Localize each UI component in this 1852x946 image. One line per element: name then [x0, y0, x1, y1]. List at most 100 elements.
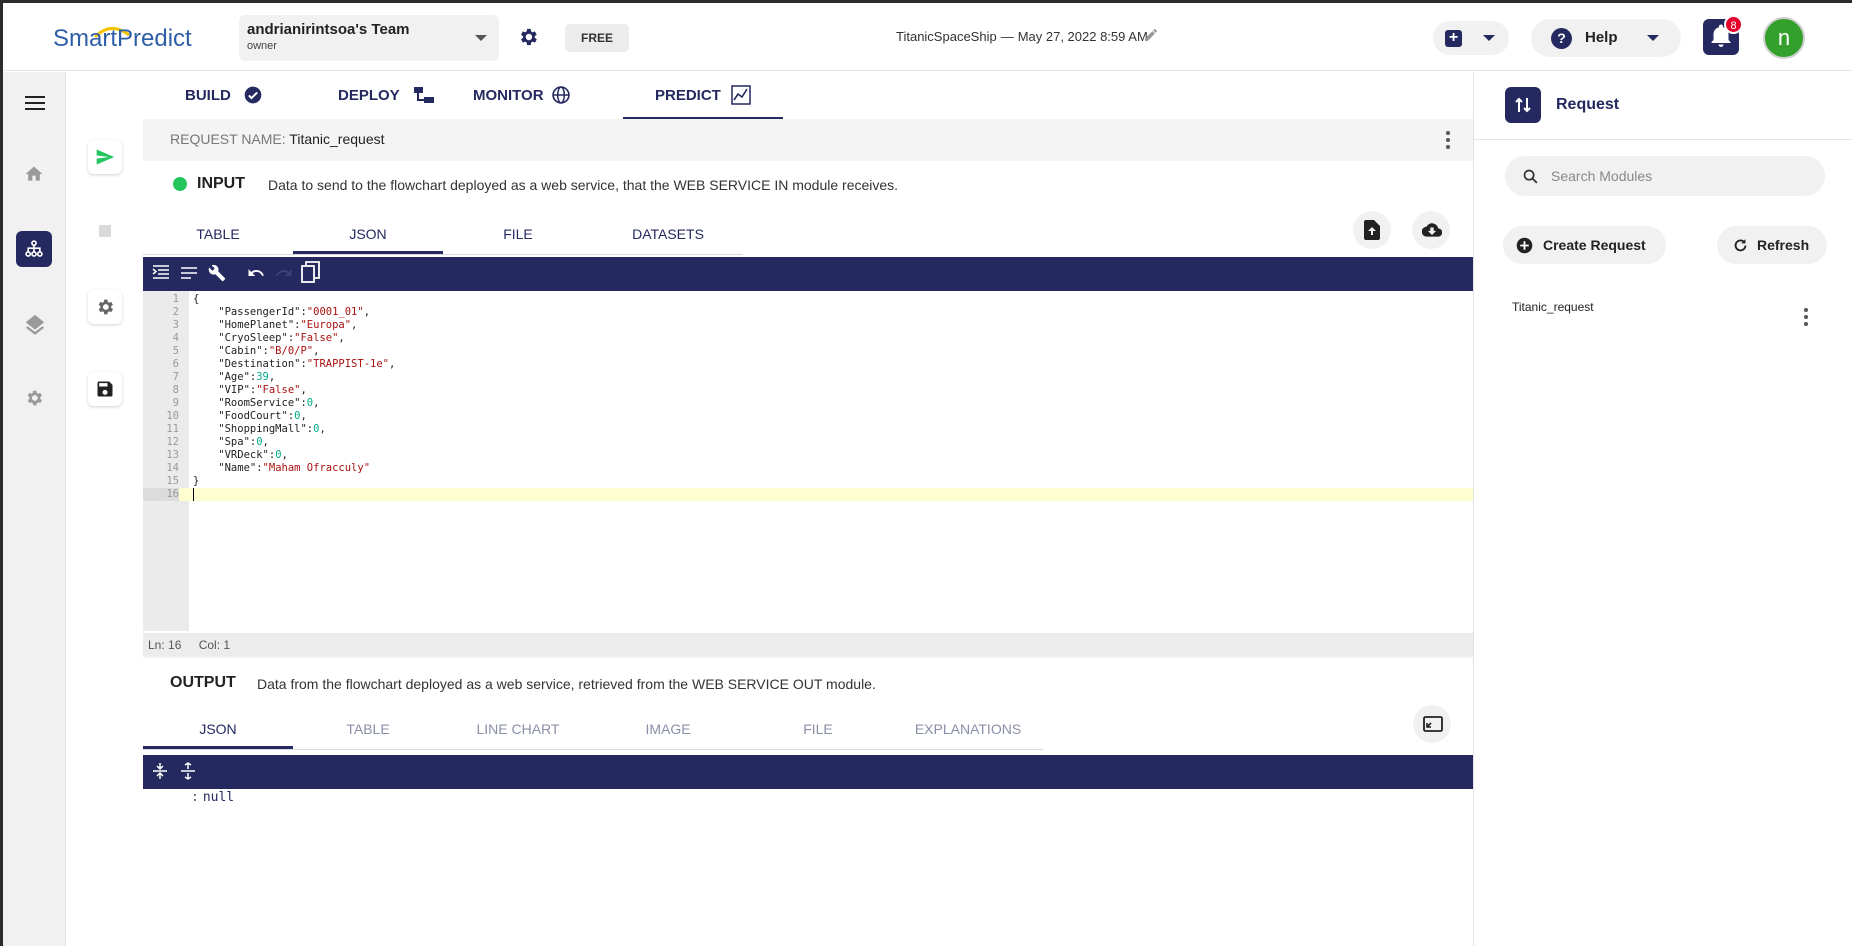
copy-icon[interactable]	[301, 261, 321, 285]
expand-all-icon[interactable]	[152, 762, 168, 780]
tab-image-output[interactable]: IMAGE	[593, 709, 743, 749]
save-button[interactable]	[88, 372, 122, 406]
code-line: 13 "VRDeck":0,	[143, 449, 1473, 462]
input-title: INPUT	[197, 175, 245, 192]
flowchart-button[interactable]	[16, 231, 52, 267]
request-name-value[interactable]: Titanic_request	[289, 131, 384, 147]
send-button[interactable]	[88, 140, 122, 174]
output-section: OUTPUT Data from the flowchart deployed …	[143, 658, 1473, 946]
save-icon	[97, 381, 113, 397]
code-text: "Cabin":"B/0/P",	[193, 345, 319, 358]
json-punct: ,	[319, 423, 326, 435]
tab-deploy-label: DEPLOY	[338, 87, 400, 104]
refresh-button[interactable]: Refresh	[1717, 226, 1827, 264]
json-key: "Cabin":	[193, 345, 269, 357]
tab-line-chart-output[interactable]: LINE CHART	[443, 709, 593, 749]
search-input[interactable]	[1551, 166, 1811, 186]
create-request-button[interactable]: Create Request	[1503, 226, 1666, 264]
tab-datasets[interactable]: DATASETS	[593, 214, 743, 254]
line-number: 7	[172, 371, 179, 383]
format-indent-icon[interactable]	[152, 264, 170, 282]
avatar[interactable]: n	[1763, 17, 1805, 59]
json-punct: ,	[313, 397, 320, 409]
json-key: "Destination":	[193, 358, 307, 370]
notification-badge: 8	[1724, 15, 1743, 34]
more-vert-icon[interactable]	[1446, 131, 1450, 149]
tab-monitor[interactable]: MONITOR	[443, 72, 593, 119]
tab-json[interactable]: JSON	[293, 214, 443, 254]
editor-toolbar	[143, 257, 1473, 291]
fullscreen-button[interactable]	[1413, 705, 1451, 743]
check-circle-icon	[244, 86, 262, 104]
config-button[interactable]	[88, 290, 122, 324]
wrench-icon[interactable]	[208, 264, 226, 282]
code-text: {	[193, 293, 200, 305]
code-text: "PassengerId":"0001_01",	[193, 306, 370, 319]
chevron-down-icon	[1483, 35, 1495, 41]
tab-json-output[interactable]: JSON	[143, 709, 293, 749]
search-icon	[1523, 169, 1538, 184]
tab-build[interactable]: BUILD	[143, 72, 293, 119]
stop-button[interactable]	[88, 214, 122, 248]
json-key: "CryoSleep":	[193, 332, 295, 344]
home-button[interactable]	[16, 156, 52, 192]
send-icon	[96, 149, 115, 165]
menu-icon[interactable]	[25, 96, 45, 110]
more-vert-icon[interactable]	[1804, 308, 1808, 326]
line-number: 1	[172, 293, 179, 305]
json-punct: ,	[262, 436, 269, 448]
json-key: "Spa":	[193, 436, 257, 448]
tab-deploy[interactable]: DEPLOY	[293, 72, 443, 119]
tab-file-output[interactable]: FILE	[743, 709, 893, 749]
tab-table[interactable]: TABLE	[143, 214, 293, 254]
json-punct: ,	[281, 449, 288, 461]
layers-button[interactable]	[16, 306, 52, 342]
pencil-icon[interactable]	[1143, 27, 1159, 43]
left-rail	[3, 72, 66, 946]
code-line: 2 "PassengerId":"0001_01",	[143, 306, 1473, 319]
request-list-item[interactable]: Titanic_request	[1512, 300, 1594, 314]
json-editor[interactable]: 1{2 "PassengerId":"0001_01", 3 "HomePlane…	[143, 291, 1473, 631]
tab-table-output[interactable]: TABLE	[293, 709, 443, 749]
output-title: OUTPUT	[170, 674, 236, 691]
line-number: 16	[143, 488, 179, 501]
swap-vert-icon	[1515, 97, 1531, 113]
redo-icon[interactable]	[275, 264, 293, 282]
request-icon-box	[1505, 87, 1541, 123]
json-value: "0001_01"	[306, 306, 364, 318]
search-box[interactable]	[1505, 156, 1825, 196]
download-cloud-button[interactable]	[1412, 211, 1450, 249]
code-line: 9 "RoomService":0,	[143, 397, 1473, 410]
stop-icon	[99, 225, 111, 237]
json-key: "ShoppingMall":	[193, 423, 314, 435]
collapse-all-icon[interactable]	[180, 762, 196, 780]
fullscreen-icon	[1423, 716, 1443, 732]
plus-icon: +	[1445, 30, 1462, 47]
tab-file[interactable]: FILE	[443, 214, 593, 254]
settings-button[interactable]	[16, 380, 52, 416]
compact-icon[interactable]	[180, 264, 198, 282]
status-line: Ln: 16	[148, 638, 182, 652]
output-colon: :	[191, 790, 199, 805]
code-text: "VIP":"False",	[193, 384, 307, 397]
undo-icon[interactable]	[247, 264, 265, 282]
code-text: "VRDeck":0,	[193, 449, 288, 462]
code-text: "Destination":"TRAPPIST-1e",	[193, 358, 395, 371]
team-selector[interactable]: andrianirintsoa's Team owner	[239, 15, 499, 61]
output-toolbar	[143, 755, 1473, 789]
smartpredict-logo[interactable]: SmartPredict	[53, 17, 213, 57]
plan-badge[interactable]: FREE	[565, 24, 629, 52]
upload-file-button[interactable]	[1353, 211, 1391, 249]
add-button[interactable]: +	[1433, 21, 1509, 55]
help-label: Help	[1585, 29, 1618, 46]
help-button[interactable]: ? Help	[1531, 19, 1681, 57]
gear-icon[interactable]	[517, 26, 539, 48]
code-line: 1{	[143, 293, 1473, 306]
output-description: Data from the flowchart deployed as a we…	[257, 676, 876, 692]
tab-explanations-output[interactable]: EXPLANATIONS	[893, 709, 1043, 749]
line-number: 15	[166, 475, 179, 487]
tab-predict[interactable]: PREDICT	[623, 72, 783, 119]
right-panel: Request Create Request Refresh Titanic_r…	[1473, 72, 1852, 946]
code-line: 6 "Destination":"TRAPPIST-1e",	[143, 358, 1473, 371]
chart-icon	[731, 85, 751, 105]
